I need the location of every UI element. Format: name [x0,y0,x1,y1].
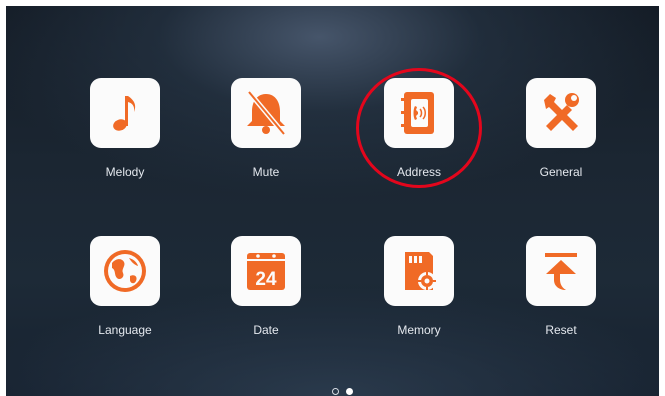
globe-icon [104,250,146,292]
music-note-icon [113,96,136,131]
page-dot-1[interactable] [332,388,339,395]
sd-card-icon [405,252,436,290]
calendar-day: 24 [255,269,277,290]
reset-button[interactable] [526,236,596,306]
bell-muted-icon [247,90,286,136]
highlight-circle [356,68,482,188]
language-label: Language [98,323,152,337]
memory-button[interactable] [384,236,454,306]
melody-label: Melody [105,165,145,179]
reset-arrow-icon [545,253,577,290]
language-button[interactable] [90,236,160,306]
general-button[interactable] [526,78,596,148]
reset-label: Reset [545,323,577,337]
calendar-icon: 24 [247,253,285,290]
tools-icon [544,93,579,131]
mute-button[interactable] [231,78,301,148]
general-label: General [539,165,583,179]
mute-label: Mute [252,165,280,179]
page-dot-2-active[interactable] [346,388,353,395]
page-indicator [332,388,360,396]
memory-label: Memory [397,323,441,337]
date-label: Date [253,323,279,337]
melody-button[interactable] [90,78,160,148]
home-screen: Melody Mute Address General Language 24 … [6,6,659,396]
date-button[interactable]: 24 [231,236,301,306]
